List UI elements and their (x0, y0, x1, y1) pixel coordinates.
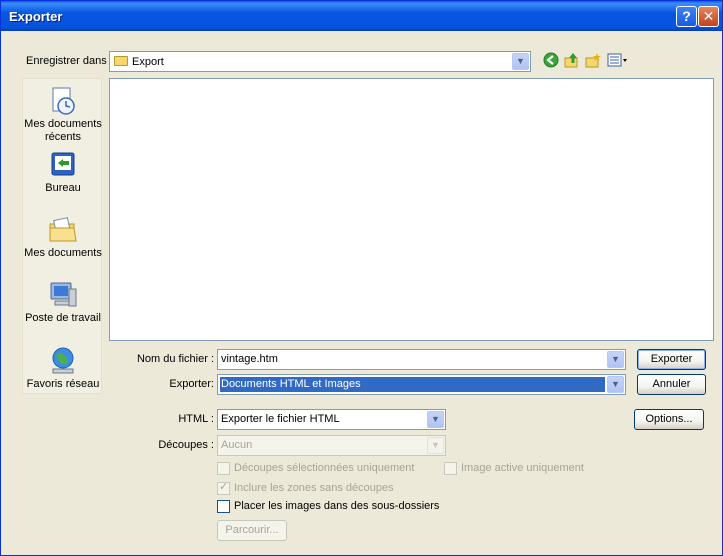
filename-label: Nom du fichier : (136, 353, 214, 365)
place-desktop[interactable]: Bureau (23, 149, 103, 195)
selected-slices-only-checkbox[interactable]: Découpes sélectionnées uniquement (217, 461, 437, 477)
network-places-icon (52, 347, 74, 374)
desktop-icon (51, 152, 75, 176)
chevron-down-icon[interactable]: ▼ (427, 411, 444, 428)
place-label: Poste de travail (25, 312, 101, 324)
filename-input[interactable]: vintage.htm ▼ (217, 349, 626, 370)
filename-value: vintage.htm (221, 353, 278, 365)
back-icon[interactable] (543, 52, 559, 68)
html-value: Exporter le fichier HTML (221, 413, 340, 425)
folder-icon (114, 56, 128, 66)
checkbox-label: Image active uniquement (461, 462, 584, 474)
checkbox-label: Découpes sélectionnées uniquement (234, 462, 415, 474)
places-bar: Mes documents récents Bureau Mes documen… (22, 78, 102, 394)
active-image-only-checkbox[interactable]: Image active uniquement (444, 461, 644, 477)
my-documents-icon (49, 217, 77, 242)
save-in-label: Enregistrer dans : (26, 55, 113, 67)
export-type-label: Exporter: (169, 378, 214, 390)
place-label: Bureau (45, 182, 81, 194)
export-type-dropdown[interactable]: Documents HTML et Images ▼ (217, 374, 626, 395)
checkbox-box (217, 462, 230, 475)
checkbox-label: Placer les images dans des sous-dossiers (234, 500, 440, 512)
html-label: HTML : (178, 413, 214, 425)
save-in-dropdown[interactable]: Export ▼ (109, 51, 531, 72)
help-button[interactable]: ? (676, 6, 697, 27)
close-button[interactable]: ✕ (698, 6, 719, 27)
checkbox-box: ✓ (217, 481, 230, 495)
save-in-value: Export (132, 56, 164, 68)
chevron-down-icon[interactable]: ▼ (607, 376, 624, 393)
cancel-button[interactable]: Annuler (637, 374, 706, 395)
place-network[interactable]: Favoris réseau (23, 345, 103, 391)
new-folder-icon[interactable] (585, 52, 601, 68)
checkbox-label: Inclure les zones sans découpes (234, 482, 394, 494)
place-my-computer[interactable]: Poste de travail (23, 279, 103, 325)
place-recent-documents[interactable]: Mes documents récents (23, 85, 103, 144)
place-label: Mes documents récents (24, 118, 102, 143)
checkmark-icon: ✓ (219, 481, 229, 493)
up-folder-icon[interactable] (564, 52, 580, 68)
export-type-value: Documents HTML et Images (220, 377, 605, 392)
recent-documents-icon (52, 87, 75, 115)
place-my-documents[interactable]: Mes documents (23, 214, 103, 260)
chevron-down-icon: ▼ (512, 53, 529, 70)
my-computer-icon (50, 282, 77, 307)
dialog-title: Exporter (9, 9, 63, 24)
view-menu-icon[interactable] (607, 52, 629, 68)
place-label: Mes documents (24, 247, 102, 259)
browse-button[interactable]: Parcourir... (217, 520, 287, 541)
chevron-down-icon[interactable]: ▼ (607, 351, 624, 368)
slices-dropdown[interactable]: Aucun ▼ (217, 435, 446, 456)
options-button[interactable]: Options... (634, 409, 704, 430)
export-dialog: Exporter ? ✕ Enregistrer dans : Export ▼… (0, 0, 723, 556)
html-dropdown[interactable]: Exporter le fichier HTML ▼ (217, 409, 446, 430)
title-bar[interactable]: Exporter ? ✕ (1, 1, 722, 31)
place-label: Favoris réseau (26, 378, 100, 390)
slices-label: Découpes : (158, 439, 214, 451)
include-empty-zones-checkbox[interactable]: ✓ Inclure les zones sans découpes (217, 481, 437, 497)
slices-value: Aucun (221, 439, 253, 451)
images-in-subfolders-checkbox[interactable]: Placer les images dans des sous-dossiers (217, 499, 457, 515)
export-button[interactable]: Exporter (637, 349, 706, 370)
checkbox-box (444, 462, 457, 475)
file-list[interactable] (109, 78, 714, 341)
checkbox-box (217, 500, 230, 513)
chevron-down-icon: ▼ (427, 437, 444, 454)
